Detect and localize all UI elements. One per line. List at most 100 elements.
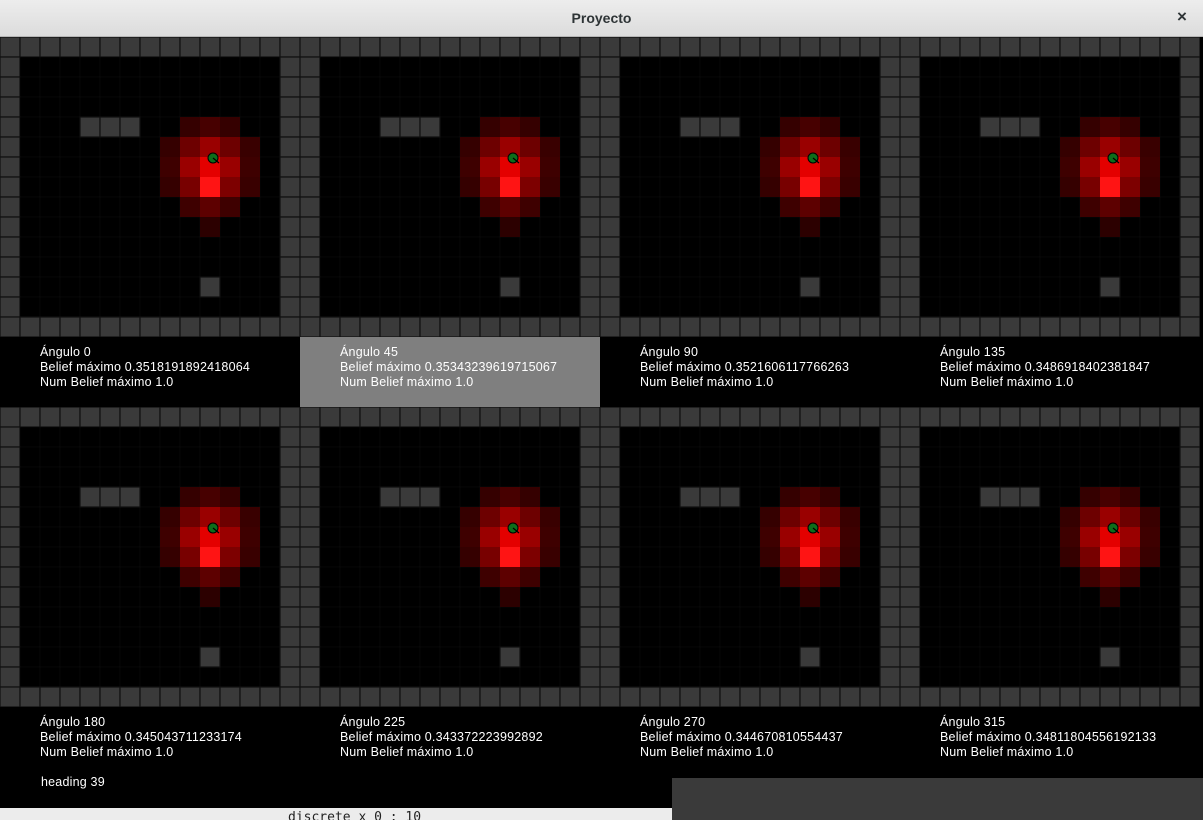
wall-cell bbox=[879, 486, 900, 508]
floor-cell bbox=[919, 76, 941, 98]
angle-panel[interactable]: Ángulo 45 Belief máximo 0.353432396197150… bbox=[300, 37, 600, 407]
floor-cell bbox=[559, 216, 581, 238]
floor-cell bbox=[839, 606, 861, 628]
floor-cell bbox=[139, 276, 161, 298]
wall-cell bbox=[859, 686, 881, 707]
wall-cell bbox=[579, 316, 600, 337]
angle-panel[interactable]: Ángulo 225 Belief máximo 0.34337222399289… bbox=[300, 407, 600, 777]
panel-info: Ángulo 0 Belief máximo 0.3518191892418064… bbox=[0, 337, 300, 407]
floor-cell bbox=[999, 76, 1021, 98]
floor-cell bbox=[1159, 236, 1181, 258]
floor-cell bbox=[539, 646, 561, 668]
floor-cell bbox=[479, 646, 501, 668]
floor-cell bbox=[1159, 296, 1181, 318]
wall-cell bbox=[1159, 407, 1181, 428]
floor-cell bbox=[319, 526, 341, 548]
belief-cell bbox=[1140, 177, 1160, 197]
floor-cell bbox=[379, 546, 401, 568]
floor-cell bbox=[19, 256, 41, 278]
belief-cell bbox=[220, 157, 240, 177]
window-titlebar[interactable]: Proyecto × bbox=[0, 0, 1203, 37]
floor-cell bbox=[259, 446, 281, 468]
wall-cell bbox=[1139, 407, 1161, 428]
floor-cell bbox=[639, 256, 661, 278]
wall-cell bbox=[600, 216, 621, 238]
floor-cell bbox=[179, 646, 201, 668]
floor-cell bbox=[739, 546, 761, 568]
floor-cell bbox=[359, 196, 381, 218]
angle-panel[interactable]: Ángulo 180 Belief máximo 0.34504371123317… bbox=[0, 407, 300, 777]
floor-cell bbox=[939, 566, 961, 588]
wall-cell bbox=[1139, 316, 1161, 337]
wall-cell bbox=[0, 506, 21, 528]
floor-cell bbox=[119, 586, 141, 608]
floor-cell bbox=[959, 116, 981, 138]
wall-cell bbox=[900, 646, 921, 668]
floor-cell bbox=[359, 466, 381, 488]
floor-cell bbox=[319, 216, 341, 238]
obstacle-cell bbox=[699, 116, 721, 138]
wall-cell bbox=[0, 486, 21, 508]
floor-cell bbox=[999, 666, 1021, 688]
wall-cell bbox=[300, 626, 321, 648]
floor-cell bbox=[619, 486, 641, 508]
floor-cell bbox=[439, 56, 461, 78]
floor-cell bbox=[439, 586, 461, 608]
floor-cell bbox=[719, 96, 741, 118]
floor-cell bbox=[1139, 666, 1161, 688]
floor-cell bbox=[119, 426, 141, 448]
floor-cell bbox=[259, 116, 281, 138]
floor-cell bbox=[859, 296, 881, 318]
wall-cell bbox=[39, 37, 61, 58]
floor-cell bbox=[19, 196, 41, 218]
wall-cell bbox=[759, 316, 781, 337]
floor-cell bbox=[259, 76, 281, 98]
floor-cell bbox=[459, 646, 481, 668]
floor-cell bbox=[199, 56, 221, 78]
belief-cell bbox=[820, 157, 840, 177]
floor-cell bbox=[379, 176, 401, 198]
angle-panel[interactable]: Ángulo 90 Belief máximo 0.352160611776626… bbox=[600, 37, 900, 407]
floor-cell bbox=[799, 446, 821, 468]
belief-cell bbox=[820, 197, 840, 217]
floor-cell bbox=[1139, 196, 1161, 218]
wall-cell bbox=[0, 407, 21, 428]
wall-cell bbox=[900, 526, 921, 548]
floor-cell bbox=[1039, 526, 1061, 548]
floor-cell bbox=[99, 546, 121, 568]
floor-cell bbox=[319, 606, 341, 628]
obstacle-cell bbox=[379, 116, 401, 138]
angle-panel[interactable]: Ángulo 0 Belief máximo 0.3518191892418064… bbox=[0, 37, 300, 407]
wall-cell bbox=[739, 316, 761, 337]
floor-cell bbox=[39, 196, 61, 218]
floor-cell bbox=[979, 296, 1001, 318]
floor-cell bbox=[59, 96, 81, 118]
floor-cell bbox=[119, 96, 141, 118]
floor-cell bbox=[1059, 466, 1081, 488]
floor-cell bbox=[239, 236, 261, 258]
wall-cell bbox=[579, 526, 600, 548]
floor-cell bbox=[59, 446, 81, 468]
floor-cell bbox=[979, 176, 1001, 198]
angle-panel[interactable]: Ángulo 315 Belief máximo 0.34811804556192… bbox=[900, 407, 1200, 777]
wall-cell bbox=[979, 686, 1001, 707]
wall-cell bbox=[499, 37, 521, 58]
wall-cell bbox=[600, 76, 621, 98]
wall-cell bbox=[739, 407, 761, 428]
floor-cell bbox=[679, 586, 701, 608]
floor-cell bbox=[359, 646, 381, 668]
wall-cell bbox=[979, 37, 1001, 58]
floor-cell bbox=[439, 216, 461, 238]
floor-cell bbox=[1059, 666, 1081, 688]
close-icon[interactable]: × bbox=[1171, 6, 1193, 28]
floor-cell bbox=[679, 646, 701, 668]
floor-cell bbox=[779, 446, 801, 468]
floor-cell bbox=[1039, 426, 1061, 448]
angle-label: Ángulo 315 bbox=[940, 715, 1006, 729]
wall-cell bbox=[379, 316, 401, 337]
floor-cell bbox=[1039, 56, 1061, 78]
angle-panel[interactable]: Ángulo 270 Belief máximo 0.34467081055443… bbox=[600, 407, 900, 777]
floor-cell bbox=[1039, 176, 1061, 198]
angle-panel[interactable]: Ángulo 135 Belief máximo 0.34869184023818… bbox=[900, 37, 1200, 407]
belief-cell bbox=[200, 217, 220, 237]
